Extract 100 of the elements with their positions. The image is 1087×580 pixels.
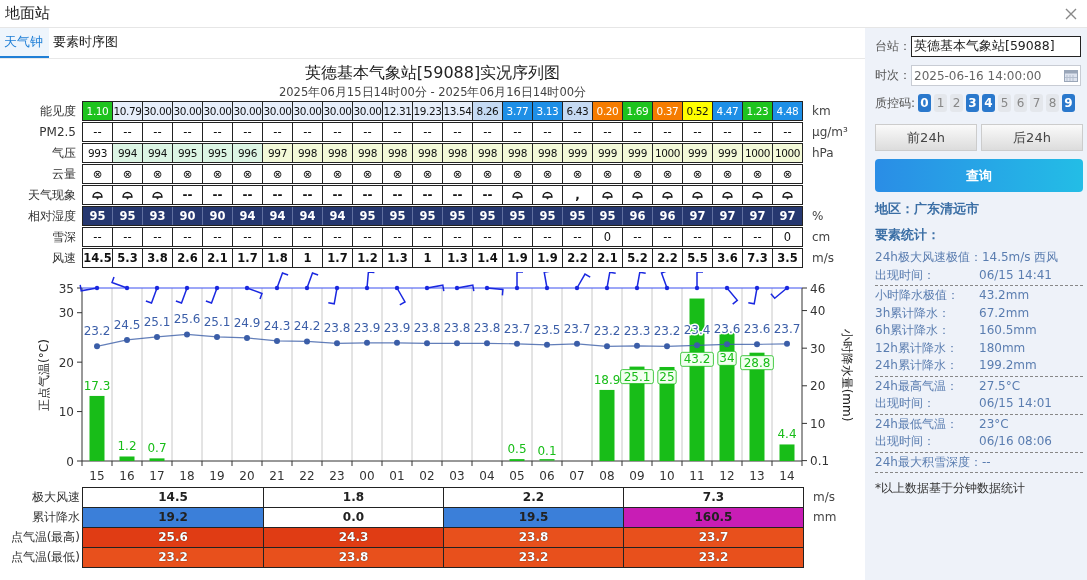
table-cell: 999 [622, 144, 652, 162]
table-cell: -- [322, 228, 352, 246]
qc-code-toggle[interactable]: 6 [1014, 94, 1028, 112]
table-cell: 1.4 [472, 249, 502, 267]
stat-label: 24h累计降水： [875, 357, 959, 374]
temperature-point [574, 340, 580, 347]
table-cell-text: -- [272, 187, 283, 204]
table-cell: -- [322, 123, 352, 141]
table-cell-text: -- [452, 187, 463, 204]
wind-barb [456, 284, 475, 292]
qc-code-toggle[interactable]: 0 [918, 94, 932, 112]
axis-tick-label: 22 [299, 469, 315, 483]
data-label: 25 [657, 369, 677, 385]
table-cell: -- [562, 123, 592, 141]
qc-code-toggle[interactable]: 8 [1046, 94, 1060, 112]
axis-tick-label: 02 [419, 469, 435, 483]
table-cell: -- [262, 123, 292, 141]
table-cell: -- [742, 123, 772, 141]
data-label: 23.6 [713, 322, 741, 337]
table-cell: 1.10 [83, 102, 112, 120]
wind-barb [516, 272, 524, 289]
tab[interactable]: 天气钟 [0, 28, 49, 58]
data-label: 24.9 [233, 315, 261, 330]
data-label: 23.7 [773, 321, 801, 336]
table-cell: 5.3 [112, 249, 142, 267]
data-label: 23.9 [353, 320, 381, 335]
shower-icon [722, 190, 733, 200]
data-label: 23.8 [323, 321, 351, 336]
period-button[interactable]: 后24h [981, 124, 1083, 151]
wind-station-dot [124, 285, 130, 291]
stat-label: 出现时间： [875, 266, 936, 284]
station-field[interactable]: 英德基本气象站[59088] [911, 36, 1081, 57]
table-cell: -- [562, 228, 592, 246]
temperature-point [664, 343, 670, 350]
table-cell: 97 [772, 207, 802, 225]
stats-title: 要素统计： [875, 227, 941, 244]
table-cell: -- [682, 228, 712, 246]
data-label: 24.5 [113, 317, 141, 332]
qc-code-toggle[interactable]: 5 [998, 94, 1012, 112]
temperature-point [334, 340, 340, 347]
table-cell: 0 [592, 228, 622, 246]
table-cell: ⊗ [112, 165, 142, 183]
qc-code-toggle[interactable]: 4 [982, 94, 996, 112]
table-cell: 30.00 [322, 102, 352, 120]
table-cell: 96 [652, 207, 682, 225]
table-cell: -- [112, 228, 142, 246]
qc-code-toggle[interactable]: 2 [950, 94, 964, 112]
table-cell: ⊗ [472, 165, 502, 183]
qc-code-toggle[interactable]: 1 [934, 94, 948, 112]
table-cell: 994 [112, 144, 142, 162]
wind-station-dot [544, 285, 550, 291]
data-label: 23.7 [503, 321, 531, 336]
axis-tick-label: 46 [810, 281, 826, 296]
close-icon[interactable] [1065, 7, 1077, 20]
temperature-point [244, 334, 250, 341]
table-cell: 1000 [742, 144, 772, 162]
table-cell: 0.37 [652, 102, 682, 120]
data-label: 28.8 [740, 355, 774, 371]
table-cell: 998 [442, 144, 472, 162]
qc-code-toggle[interactable]: 7 [1030, 94, 1044, 112]
table-cell: 999 [562, 144, 592, 162]
data-label: 25.1 [620, 369, 654, 384]
temperature-point [94, 343, 100, 350]
table-cell: ⊗ [352, 165, 382, 183]
wind-barb [426, 284, 445, 292]
table-cell: 998 [472, 144, 502, 162]
stat-label: 12h累计降水： [875, 339, 959, 357]
table-cell: ⊗ [202, 165, 232, 183]
axis-tick-label: 04 [479, 469, 495, 483]
period-button[interactable]: 前24h [875, 124, 977, 151]
row-label: 云量 [51, 165, 77, 183]
data-label: 0.7 [147, 441, 167, 456]
query-button[interactable]: 查询 [875, 159, 1083, 192]
table-cell: -- [142, 123, 172, 141]
temperature-point [184, 331, 190, 338]
temperature-point [124, 336, 130, 343]
table-cell: 1.9 [532, 249, 562, 267]
qc-code-toggle[interactable]: 3 [966, 94, 980, 112]
time-field[interactable]: 2025-06-16 14:00:00 [911, 65, 1081, 86]
axis-tick-label: 06 [539, 469, 555, 483]
wind-station-dot [484, 285, 490, 291]
table-cell: ⊗ [652, 165, 682, 183]
axis-tick-label: 0.1 [810, 454, 830, 469]
tab[interactable]: 要素时序图 [49, 33, 124, 58]
table-cell: -- [592, 123, 622, 141]
temperature-point [784, 340, 790, 347]
stat-label: 24h极大风速极值： [875, 249, 982, 266]
table-cell: -- [232, 123, 262, 141]
chart-subtitle: 2025年06月15日14时00分 - 2025年06月16日14时00分 [277, 84, 588, 100]
row-label: PM2.5 [38, 125, 77, 139]
stat-label: 3h累计降水： [875, 304, 952, 322]
table-cell-text: 14.5 [83, 250, 112, 267]
table-cell: 998 [322, 144, 352, 162]
table-cell: 998 [382, 144, 412, 162]
wind-station-dot [184, 285, 190, 291]
qc-code-toggle[interactable]: 9 [1062, 94, 1076, 112]
table-cell: 998 [292, 144, 322, 162]
calendar-icon[interactable] [1064, 69, 1078, 82]
table-cell: ⊗ [412, 165, 442, 183]
table-cell: 998 [532, 144, 562, 162]
